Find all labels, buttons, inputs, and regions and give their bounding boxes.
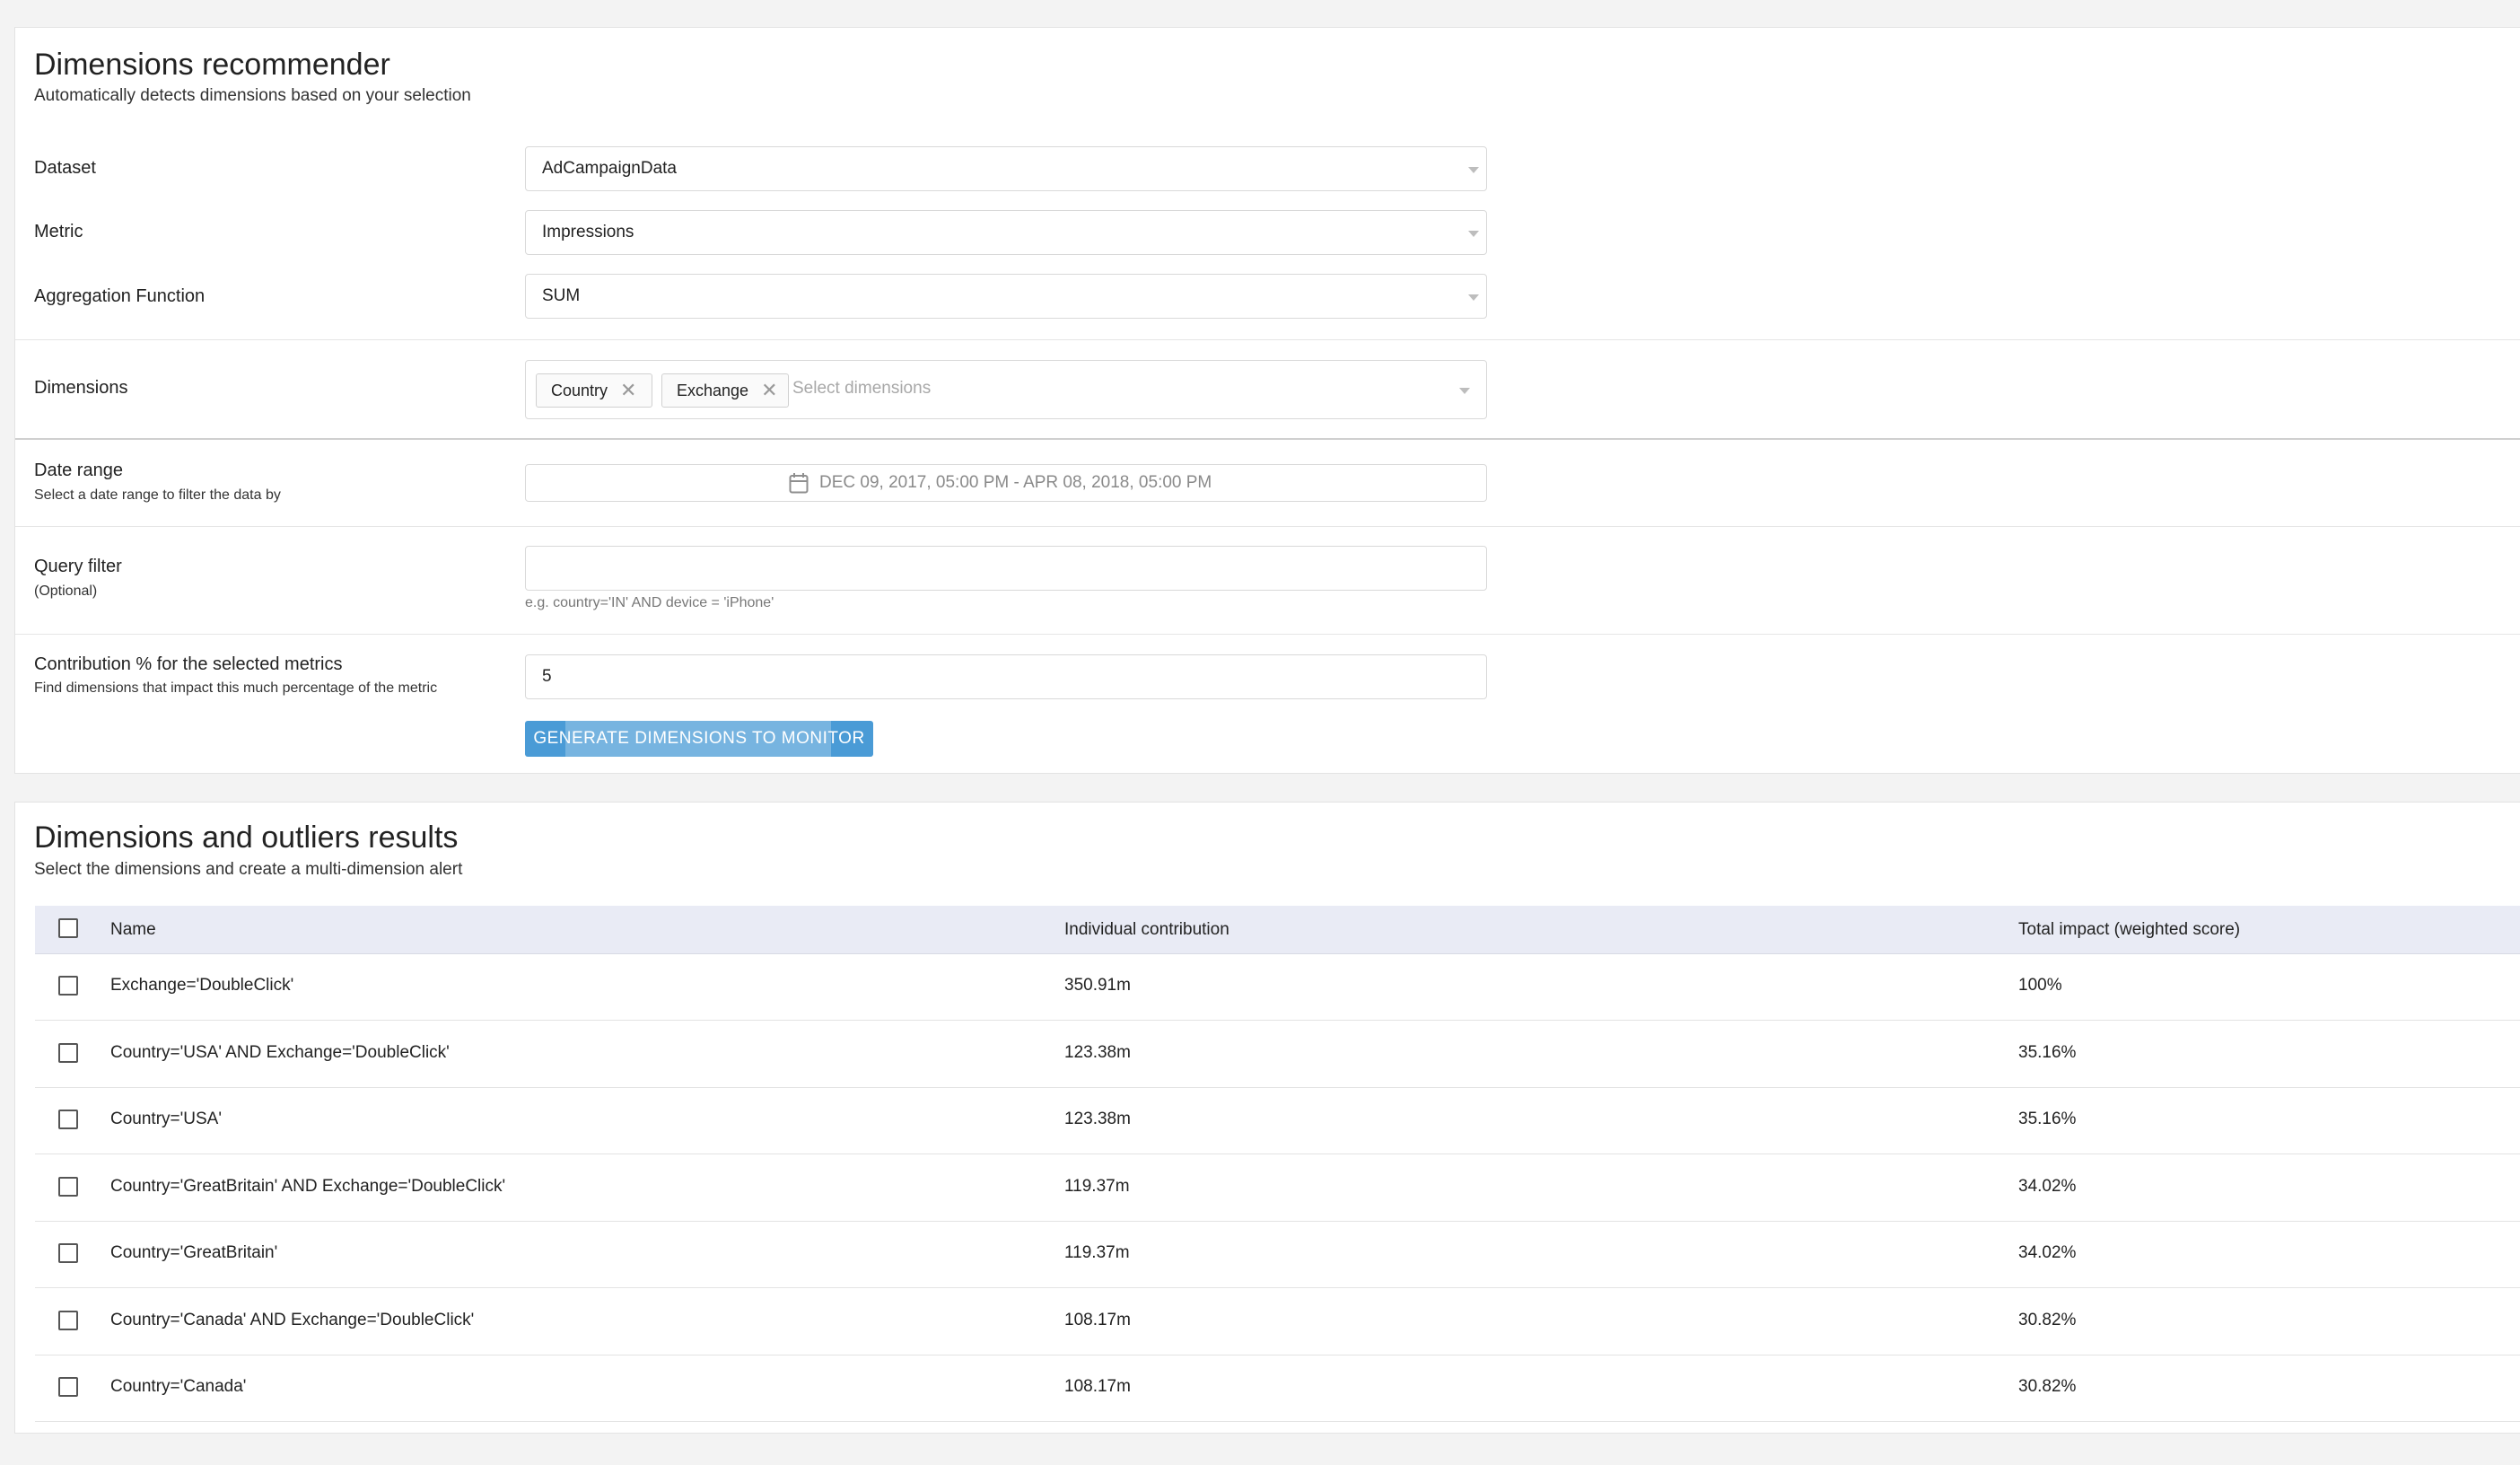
contribution-value: 5 — [542, 667, 552, 686]
divider — [15, 438, 2520, 440]
table-row[interactable]: Country='Canada' AND Exchange='DoubleCli… — [35, 1288, 2520, 1355]
cell-contribution: 108.17m — [1064, 1310, 1131, 1329]
dataset-value: AdCampaignData — [542, 159, 677, 178]
aggregation-select[interactable]: SUM — [525, 274, 1487, 319]
date-range-help: Select a date range to filter the data b… — [34, 487, 281, 503]
cell-name: Country='USA' — [110, 1110, 222, 1128]
divider — [15, 634, 2520, 635]
divider — [15, 339, 2520, 340]
chevron-down-icon — [1468, 167, 1479, 173]
cell-name: Country='Canada' AND Exchange='DoubleCli… — [110, 1310, 475, 1329]
dimensions-recommender-panel: Dimensions recommender Automatically det… — [14, 27, 2520, 774]
cell-impact: 35.16% — [2018, 1042, 2077, 1062]
dimensions-placeholder: Select dimensions — [792, 379, 932, 398]
row-checkbox[interactable] — [58, 1243, 78, 1263]
cell-contribution: 123.38m — [1064, 1042, 1131, 1062]
table-row[interactable]: Country='USA' AND Exchange='DoubleClick'… — [35, 1021, 2520, 1088]
cell-contribution: 108.17m — [1064, 1377, 1131, 1396]
metric-select[interactable]: Impressions — [525, 210, 1487, 255]
table-row[interactable]: Country='GreatBritain' AND Exchange='Dou… — [35, 1154, 2520, 1222]
column-header-name[interactable]: Name — [110, 920, 156, 940]
cell-name: Exchange='DoubleClick' — [110, 976, 294, 995]
date-range-label: Date range — [34, 461, 123, 480]
chip-label: Country — [551, 381, 608, 399]
generate-button-label: GENERATE DIMENSIONS TO MONITOR — [533, 729, 865, 748]
dimension-chip-exchange: Exchange ✕ — [661, 373, 789, 408]
dataset-label: Dataset — [34, 158, 96, 178]
row-checkbox[interactable] — [58, 1377, 78, 1397]
select-all-checkbox[interactable] — [58, 918, 78, 938]
table-row[interactable]: Country='GreatBritain' 119.37m 34.02% — [35, 1221, 2520, 1288]
cell-impact: 100% — [2018, 976, 2062, 995]
cell-contribution: 350.91m — [1064, 976, 1131, 995]
chevron-down-icon — [1468, 231, 1479, 237]
cell-impact: 30.82% — [2018, 1310, 2077, 1329]
results-subtitle: Select the dimensions and create a multi… — [34, 860, 463, 879]
cell-name: Country='USA' AND Exchange='DoubleClick' — [110, 1042, 450, 1062]
dataset-select[interactable]: AdCampaignData — [525, 146, 1487, 191]
table-row[interactable]: Exchange='DoubleClick' 350.91m 100% — [35, 953, 2520, 1021]
generate-dimensions-button[interactable]: GENERATE DIMENSIONS TO MONITOR — [525, 721, 873, 757]
chip-label: Exchange — [677, 381, 749, 399]
cell-impact: 34.02% — [2018, 1176, 2077, 1196]
dimensions-multiselect[interactable]: Country ✕ Exchange ✕ Select dimensions — [525, 360, 1487, 419]
table-header: Name Individual contribution Total impac… — [35, 906, 2520, 954]
contribution-label: Contribution % for the selected metrics — [34, 654, 343, 674]
recommender-subtitle: Automatically detects dimensions based o… — [34, 86, 471, 105]
cell-impact: 35.16% — [2018, 1110, 2077, 1128]
results-title: Dimensions and outliers results — [34, 820, 459, 855]
row-checkbox[interactable] — [58, 1310, 78, 1330]
cell-impact: 30.82% — [2018, 1377, 2077, 1396]
dimensions-label: Dimensions — [34, 378, 128, 398]
cell-name: Country='GreatBritain' — [110, 1243, 278, 1262]
results-panel: Dimensions and outliers results Select t… — [14, 802, 2520, 1434]
row-checkbox[interactable] — [58, 1110, 78, 1129]
column-header-impact[interactable]: Total impact (weighted score) — [2018, 920, 2240, 940]
date-range-value: DEC 09, 2017, 05:00 PM - APR 08, 2018, 0… — [819, 473, 1212, 492]
row-checkbox[interactable] — [58, 1176, 78, 1197]
remove-chip-icon[interactable]: ✕ — [761, 381, 777, 400]
cell-contribution: 119.37m — [1064, 1243, 1130, 1262]
column-header-contribution[interactable]: Individual contribution — [1064, 920, 1229, 940]
metric-value: Impressions — [542, 223, 634, 241]
query-filter-input[interactable] — [525, 546, 1487, 591]
cell-impact: 34.02% — [2018, 1243, 2077, 1262]
date-range-picker[interactable]: DEC 09, 2017, 05:00 PM - APR 08, 2018, 0… — [525, 464, 1487, 502]
query-filter-label: Query filter — [34, 557, 122, 576]
cell-name: Country='Canada' — [110, 1377, 247, 1396]
chevron-down-icon — [1459, 388, 1470, 394]
row-checkbox[interactable] — [58, 1042, 78, 1063]
recommender-title: Dimensions recommender — [34, 48, 390, 82]
cell-contribution: 119.37m — [1064, 1176, 1130, 1196]
calendar-icon — [789, 473, 809, 494]
dimension-chip-country: Country ✕ — [536, 373, 652, 408]
chevron-down-icon — [1468, 294, 1479, 301]
aggregation-label: Aggregation Function — [34, 286, 206, 306]
cell-contribution: 123.38m — [1064, 1110, 1131, 1128]
contribution-help: Find dimensions that impact this much pe… — [34, 680, 438, 696]
metric-label: Metric — [34, 222, 83, 241]
row-checkbox[interactable] — [58, 976, 78, 996]
divider — [15, 526, 2520, 527]
remove-chip-icon[interactable]: ✕ — [620, 381, 636, 400]
contribution-input[interactable]: 5 — [525, 654, 1487, 699]
table-row[interactable]: Country='USA' 123.38m 35.16% — [35, 1087, 2520, 1154]
table-row[interactable]: Country='Canada' 108.17m 30.82% — [35, 1355, 2520, 1422]
cell-name: Country='GreatBritain' AND Exchange='Dou… — [110, 1176, 506, 1196]
query-filter-hint: e.g. country='IN' AND device = 'iPhone' — [525, 595, 774, 610]
query-filter-help: (Optional) — [34, 583, 98, 599]
aggregation-value: SUM — [542, 286, 581, 305]
